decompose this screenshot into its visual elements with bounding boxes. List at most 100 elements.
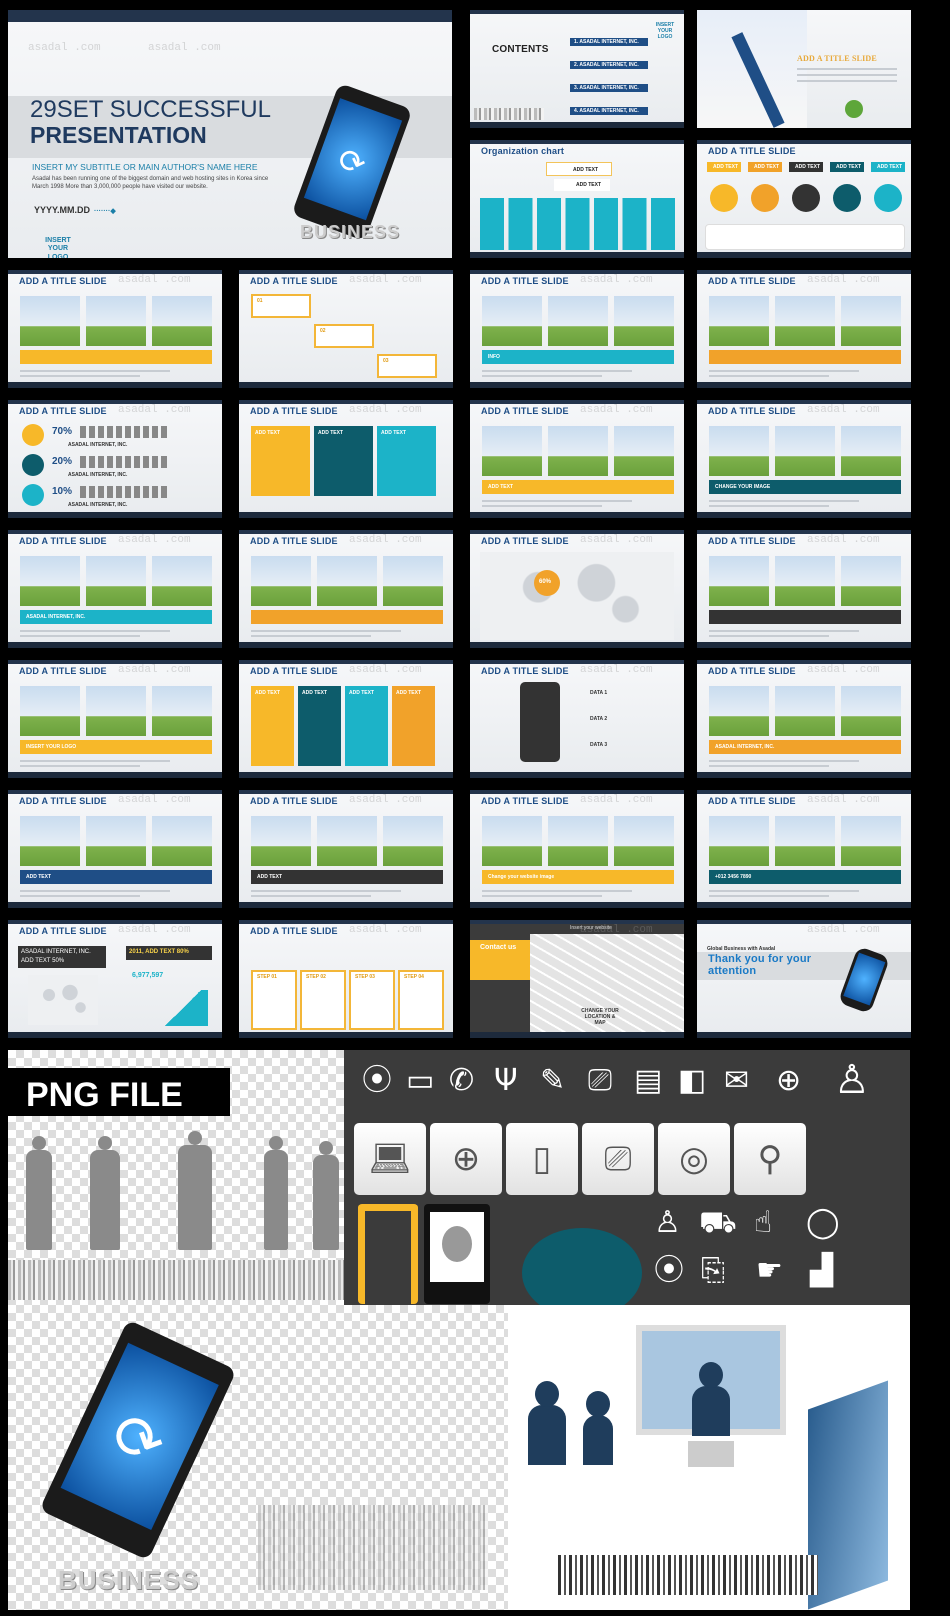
slide-thumbnail[interactable]: ADD A TITLE SLIDE ASADAL INTERNET, INC. as… bbox=[8, 530, 222, 648]
slide-thumbnail[interactable]: ADD A TITLE SLIDE ADD TEXT ADD TEXT ADD … bbox=[697, 140, 911, 258]
slide-thumbnail[interactable]: ADD A TITLE SLIDE INFO asadal .com bbox=[470, 270, 684, 388]
slide-title: ADD A TITLE SLIDE bbox=[19, 666, 107, 676]
tv-icon: ⎚ bbox=[588, 1063, 612, 1098]
envelope-icon: ✉ bbox=[724, 1063, 750, 1098]
slide-title: ADD A TITLE SLIDE bbox=[481, 666, 569, 676]
watermark: asadal .com bbox=[349, 274, 422, 286]
slide-thumbnail[interactable]: ADD A TITLE SLIDE 60% asadal .com bbox=[470, 530, 684, 648]
slide-title: ADD A TITLE SLIDE bbox=[481, 536, 569, 546]
slide-thumbnail[interactable]: ADD A TITLE SLIDE bbox=[697, 10, 911, 128]
watermark: asadal .com bbox=[807, 274, 880, 286]
slide-thumbnail[interactable]: ADD A TITLE SLIDE ADD TEXT asadal .com bbox=[239, 790, 453, 908]
bar-chart-icon: ▟ bbox=[810, 1253, 834, 1288]
cover-title-line2: PRESENTATION bbox=[30, 122, 207, 148]
watermark: asadal .com bbox=[349, 664, 422, 676]
mobile-frame-black bbox=[424, 1204, 490, 1304]
slide-title: ADD A TITLE SLIDE bbox=[19, 796, 107, 806]
contents-item: 1. ASADAL INTERNET, INC. bbox=[570, 38, 648, 46]
slide-title: ADD A TITLE SLIDE bbox=[250, 796, 338, 806]
slide-title: Thank you for your attention bbox=[708, 953, 812, 977]
globe-icon: ⊕ bbox=[776, 1063, 802, 1098]
slide-title: ADD A TITLE SLIDE bbox=[250, 666, 338, 676]
slide-thumbnail[interactable]: ADD A TITLE SLIDE DATA 1 DATA 2 DATA 3 asada… bbox=[470, 660, 684, 778]
watermark: asadal .com bbox=[118, 924, 191, 936]
slide-thumbnail[interactable]: Global Business with Asadal Thank you for… bbox=[697, 920, 911, 1038]
slide-thumbnail[interactable]: ADD A TITLE SLIDE asadal .com bbox=[8, 270, 222, 388]
slide-title: ADD A TITLE SLIDE bbox=[481, 276, 569, 286]
contents-item: 4. ASADAL INTERNET, INC. bbox=[570, 107, 648, 115]
speech-bubble-icon: ◯ bbox=[806, 1205, 840, 1240]
blocks-icon: ◧ bbox=[678, 1063, 707, 1098]
slide-thumbnail[interactable]: ADD A TITLE SLIDE ADD TEXT ADD TEXT ADD TEX… bbox=[239, 660, 453, 778]
slide-thumbnail[interactable]: ADD A TITLE SLIDE ADD TEXT asadal .com bbox=[8, 790, 222, 908]
watermark: asadal .com bbox=[580, 794, 653, 806]
slide-title: Organization chart bbox=[481, 146, 565, 156]
watermark: asadal .com bbox=[580, 664, 653, 676]
slide-title: ADD A TITLE SLIDE bbox=[708, 666, 796, 676]
watermark: asadal .com bbox=[807, 534, 880, 546]
watermark: asadal .com bbox=[118, 274, 191, 286]
watermark: asadal .com bbox=[118, 404, 191, 416]
tree-image bbox=[845, 100, 863, 118]
slide-thumbnail[interactable]: Contact us Insert your website CHANGE YOUR… bbox=[470, 920, 684, 1038]
map-pin-icon: ⦿ bbox=[362, 1063, 392, 1098]
slide-title: ADD A TITLE SLIDE bbox=[19, 406, 107, 416]
slide-title: ADD A TITLE SLIDE bbox=[708, 146, 796, 156]
slide-thumbnail[interactable]: ADD A TITLE SLIDE ASADAL INTERNET, INC. AD… bbox=[8, 920, 222, 1038]
watermark: asadal .com bbox=[580, 924, 653, 936]
tv-icon: ⎚ bbox=[582, 1123, 654, 1195]
png-file-label: PNG FILE bbox=[8, 1068, 230, 1116]
watermark: asadal .com bbox=[148, 42, 221, 54]
cover-title-line1: 29SET SUCCESSFUL bbox=[30, 96, 271, 123]
contents-item: 3. ASADAL INTERNET, INC. bbox=[570, 84, 648, 92]
business-3d-text: BUSINESS bbox=[58, 1565, 199, 1595]
laptop-icon: 💻︎ bbox=[354, 1123, 426, 1195]
watermark: asadal .com bbox=[807, 404, 880, 416]
slide-title: ADD A TITLE SLIDE bbox=[708, 276, 796, 286]
png-phone-preview: ⟳ BUSINESS bbox=[8, 1305, 508, 1610]
watermark: asadal .com bbox=[349, 404, 422, 416]
slide-thumbnail[interactable]: ADD A TITLE SLIDE INSERT YOUR LOGO asadal … bbox=[8, 660, 222, 778]
slide-thumbnail[interactable]: ADD A TITLE SLIDE ADD TEXT ADD TEXT ADD TEX… bbox=[239, 400, 453, 518]
pushpin-icon: ✎ bbox=[540, 1063, 566, 1098]
phone-icon: ✆ bbox=[449, 1063, 475, 1098]
slide-title: ADD A TITLE SLIDE bbox=[481, 406, 569, 416]
slide-thumbnail[interactable]: ADD A TITLE SLIDE CHANGE YOUR IMAGE asadal… bbox=[697, 400, 911, 518]
sprout-icon: Ψ bbox=[494, 1063, 518, 1098]
watermark: asadal .com bbox=[349, 534, 422, 546]
slide-thumbnail[interactable]: ADD A TITLE SLIDE 70% ASADAL INTERNET, INC… bbox=[8, 400, 222, 518]
slide-thumbnail[interactable]: ADD A TITLE SLIDE asadal .com bbox=[697, 530, 911, 648]
slide-title: ADD A TITLE SLIDE bbox=[250, 926, 338, 936]
cover-logo-placeholder: INSERT YOUR LOGO bbox=[45, 237, 71, 258]
watermark: asadal .com bbox=[580, 274, 653, 286]
slide-title: ADD A TITLE SLIDE bbox=[250, 406, 338, 416]
slide-thumbnail[interactable]: ADD A TITLE SLIDE asadal .com bbox=[239, 530, 453, 648]
slide-title: ADD A TITLE SLIDE bbox=[481, 796, 569, 806]
watermark: asadal .com bbox=[807, 794, 880, 806]
person-icon: ♙ bbox=[834, 1057, 870, 1103]
slide-thumbnail[interactable]: ADD A TITLE SLIDE ADD TEXT asadal .com bbox=[470, 400, 684, 518]
slide-thumbnail-org-chart[interactable]: Organization chart ADD TEXT ADD TEXT bbox=[470, 140, 684, 258]
slide-title: ADD A TITLE SLIDE bbox=[708, 796, 796, 806]
slide-thumbnail[interactable]: ADD A TITLE SLIDE STEP 01 STEP 02 STEP 03 ST… bbox=[239, 920, 453, 1038]
contact-box: Contact us bbox=[470, 940, 530, 980]
slide-thumbnail[interactable]: ADD A TITLE SLIDE ASADAL INTERNET, INC. as… bbox=[697, 660, 911, 778]
slide-thumbnail[interactable]: ADD A TITLE SLIDE asadal .com bbox=[697, 270, 911, 388]
slide-thumbnail[interactable]: ADD A TITLE SLIDE +012 3456 7890 asadal .c… bbox=[697, 790, 911, 908]
globe-mouse-icon: ⊕ bbox=[430, 1123, 502, 1195]
cover-slide[interactable]: asadal .com asadal .com 29SET SUCCESSFUL… bbox=[8, 10, 452, 258]
cover-description: Asadal has been running one of the bigge… bbox=[32, 176, 269, 191]
hand-pointer-icon: ☛ bbox=[756, 1253, 783, 1288]
user-icon: ♙ bbox=[654, 1205, 681, 1240]
slide-thumbnail-contents[interactable]: CONTENTS 1. ASADAL INTERNET, INC. 2. ASA… bbox=[470, 10, 684, 128]
logo-placeholder: INSERT YOUR LOGO bbox=[655, 22, 675, 40]
world-map bbox=[480, 552, 674, 640]
mobile-frame-orange bbox=[358, 1204, 418, 1304]
slide-title: ADD A TITLE SLIDE bbox=[19, 536, 107, 546]
city-image bbox=[474, 108, 544, 120]
watermark: asadal .com bbox=[807, 664, 880, 676]
png-silhouettes-preview: PNG FILE bbox=[8, 1050, 344, 1305]
org-columns bbox=[480, 198, 675, 250]
slide-thumbnail[interactable]: ADD A TITLE SLIDE Change your website ima… bbox=[470, 790, 684, 908]
slide-thumbnail[interactable]: ADD A TITLE SLIDE 01 02 03 asadal .com bbox=[239, 270, 453, 388]
